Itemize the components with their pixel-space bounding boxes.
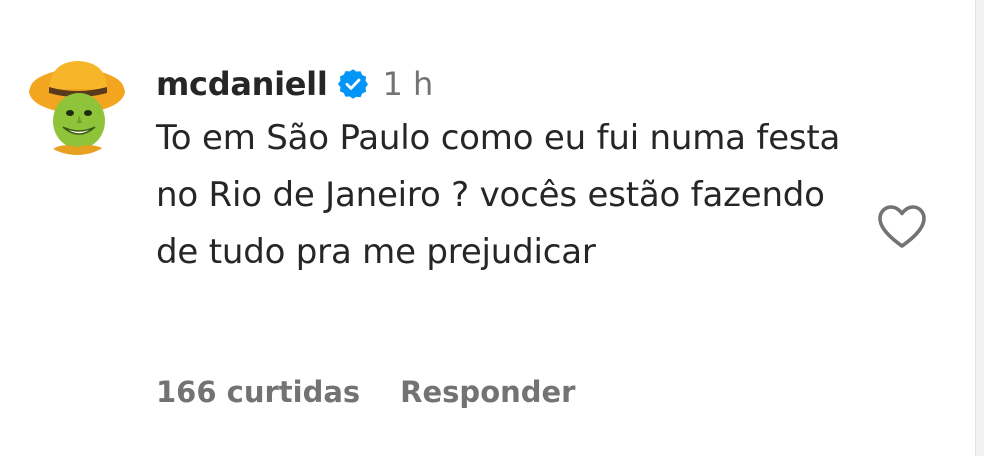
username[interactable]: mcdaniell [156,65,328,103]
like-button[interactable] [876,203,928,251]
likes-count[interactable]: 166 curtidas [156,375,360,409]
heart-outline-icon [878,205,926,248]
reply-button[interactable]: Responder [400,375,575,409]
avatar[interactable] [27,55,127,155]
scrollbar[interactable] [975,0,984,456]
comment-header: mcdaniell 1 h [156,62,433,106]
comment-text: To em São Paulo como eu fui numa festa n… [156,118,841,272]
comment: mcdaniell 1 h To em São Paulo como eu fu… [0,0,976,456]
comment-footer: 166 curtidas Responder [156,370,576,414]
verified-badge-icon [337,68,369,100]
comment-time[interactable]: 1 h [383,65,434,103]
avatar-image [27,55,127,155]
